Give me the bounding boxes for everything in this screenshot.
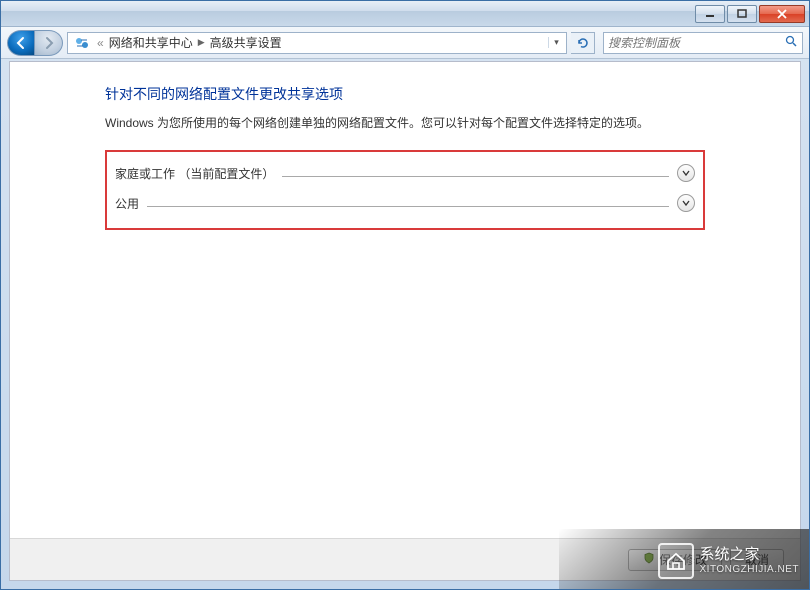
nav-buttons [7, 30, 63, 56]
control-panel-icon [74, 35, 90, 51]
save-button-label: 保存修改 [659, 551, 707, 568]
refresh-button[interactable] [571, 32, 595, 54]
profile-row-home-work[interactable]: 家庭或工作 （当前配置文件） [113, 158, 697, 188]
maximize-button[interactable] [727, 5, 757, 23]
breadcrumb-arrow-icon: ▶ [198, 37, 205, 48]
save-button[interactable]: 保存修改 [628, 549, 722, 571]
content-scroll: 针对不同的网络配置文件更改共享选项 Windows 为您所使用的每个网络创建单独… [10, 62, 800, 538]
breadcrumb-segment[interactable]: 网络和共享中心 [107, 34, 195, 51]
forward-button[interactable] [35, 30, 63, 56]
search-icon [785, 35, 798, 51]
titlebar [1, 1, 809, 27]
profile-label: 家庭或工作 （当前配置文件） [115, 165, 274, 182]
profile-label: 公用 [115, 195, 139, 212]
chevron-down-icon [682, 169, 690, 177]
close-button[interactable] [759, 5, 805, 23]
search-input[interactable] [608, 36, 778, 50]
back-button[interactable] [7, 30, 35, 56]
annotation-highlight: 家庭或工作 （当前配置文件） 公用 [105, 150, 705, 230]
page-description: Windows 为您所使用的每个网络创建单独的网络配置文件。您可以针对每个配置文… [105, 114, 705, 132]
separator-line [147, 206, 669, 207]
expand-button[interactable] [677, 194, 695, 212]
shield-icon [643, 552, 655, 567]
separator-line [282, 176, 669, 177]
address-dropdown[interactable]: ▾ [548, 37, 564, 48]
window-frame: « 网络和共享中心 ▶ 高级共享设置 ▾ 针对不同的网络配置文件更改共享选项 W… [0, 0, 810, 590]
address-bar[interactable]: « 网络和共享中心 ▶ 高级共享设置 ▾ [67, 32, 567, 54]
expand-button[interactable] [677, 164, 695, 182]
cancel-button[interactable]: 取消 [730, 549, 784, 571]
minimize-icon [705, 9, 715, 19]
close-icon [777, 9, 787, 19]
refresh-icon [576, 36, 590, 50]
search-box[interactable] [603, 32, 803, 54]
navigation-bar: « 网络和共享中心 ▶ 高级共享设置 ▾ [1, 27, 809, 59]
maximize-icon [737, 9, 747, 19]
content-pane: 针对不同的网络配置文件更改共享选项 Windows 为您所使用的每个网络创建单独… [9, 61, 801, 581]
breadcrumb-segment[interactable]: 高级共享设置 [208, 34, 284, 51]
minimize-button[interactable] [695, 5, 725, 23]
button-bar: 保存修改 取消 [10, 538, 800, 580]
arrow-left-icon [14, 36, 28, 50]
chevron-down-icon [682, 199, 690, 207]
cancel-button-label: 取消 [745, 551, 769, 568]
breadcrumb-prefix: « [97, 36, 104, 50]
page-title: 针对不同的网络配置文件更改共享选项 [105, 84, 705, 104]
arrow-right-icon [42, 36, 56, 50]
profile-row-public[interactable]: 公用 [113, 188, 697, 218]
